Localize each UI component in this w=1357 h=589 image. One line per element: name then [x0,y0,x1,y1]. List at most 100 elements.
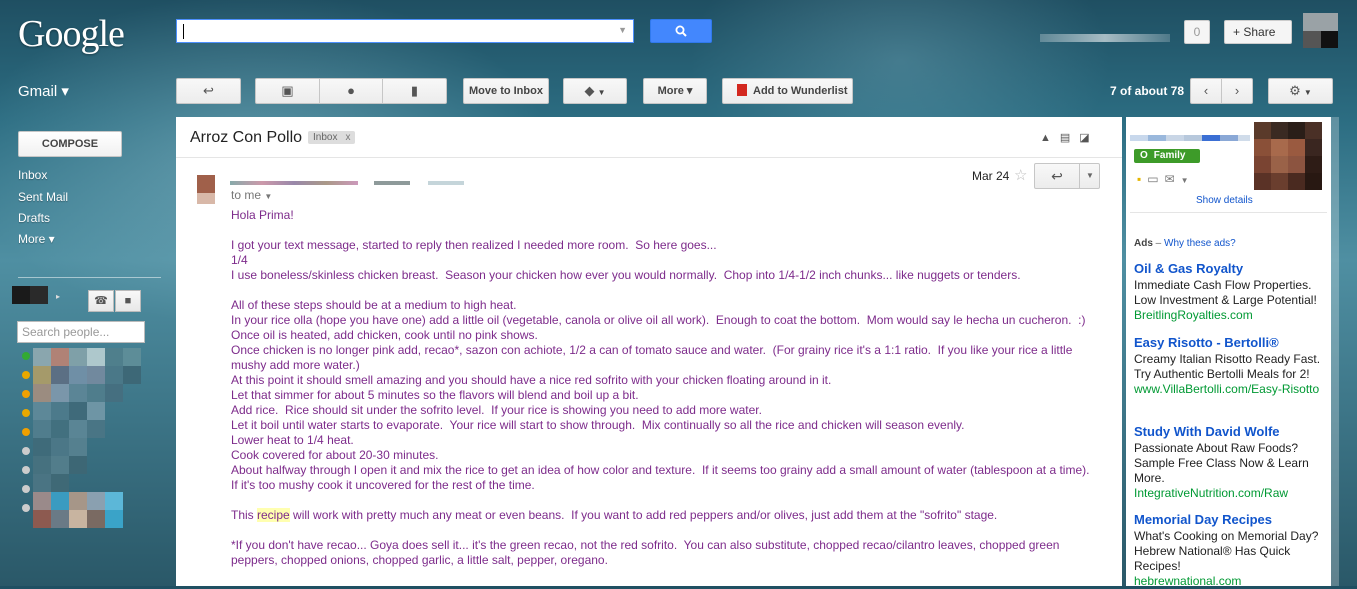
ad-url[interactable]: IntegrativeNutrition.com/Raw [1134,486,1326,501]
video-icon: ■ [124,295,132,307]
share-button[interactable]: + Share [1224,20,1292,44]
scrollbar[interactable] [1331,117,1339,586]
settings-button[interactable]: ⚙ ▼ [1268,78,1333,104]
google-logo[interactable]: Google [18,12,125,56]
ad-title[interactable]: Study With David Wolfe [1134,424,1326,439]
trash-icon: ▮ [410,83,419,98]
more-chevron-icon[interactable]: ▼ [1181,176,1195,185]
circle-icon: O [1140,150,1148,161]
ads-dash: – [1152,238,1165,249]
spam-icon: ● [347,83,355,98]
mail-icon[interactable]: ✉ [1165,172,1181,186]
nav-divider [18,277,161,278]
new-window-icon[interactable]: ◪ [1079,132,1098,144]
chat-self-avatar[interactable] [12,286,48,304]
message-count: 7 of about 78 [1110,84,1185,98]
print-icon[interactable]: ▤ [1060,132,1079,144]
show-details-link[interactable]: Show details [1196,195,1253,206]
ad-item[interactable]: Study With David Wolfe Passionate About … [1134,424,1326,501]
ad-title[interactable]: Memorial Day Recipes [1134,512,1326,527]
contact-actions: ▪▭✉▼ [1137,172,1195,186]
ad-description: Passionate About Raw Foods? Sample Free … [1134,441,1309,485]
compose-button[interactable]: COMPOSE [18,131,122,157]
wunderlist-icon [737,84,747,96]
search-input[interactable]: ▼ [176,19,634,43]
sender-avatar[interactable] [197,175,215,204]
circle-badge-family[interactable]: O Family [1134,149,1200,163]
status-chevron-icon[interactable]: ▸ [56,292,60,301]
sidebar-divider [1130,212,1327,213]
status-available-icon [22,352,30,360]
ad-item[interactable]: Memorial Day Recipes What's Cooking on M… [1134,512,1326,589]
newer-button[interactable]: ‹ [1190,78,1222,104]
reply-options-chevron-icon[interactable]: ▼ [1080,164,1100,188]
archive-button[interactable]: ▣ [255,78,320,104]
star-icon[interactable]: ☆ [1014,166,1027,184]
move-to-inbox-button[interactable]: Move to Inbox [463,78,549,104]
search-options-chevron-icon[interactable]: ▼ [618,25,627,35]
message-icon[interactable]: ▭ [1147,172,1164,186]
add-to-wunderlist-button[interactable]: Add to Wunderlist [722,78,853,104]
label-remove-icon[interactable]: x [345,132,350,143]
inbox-label-chip[interactable]: Inbox x [308,131,356,144]
phone-icon: ☎ [94,295,108,307]
ad-description: What's Cooking on Memorial Day? Hebrew N… [1134,529,1319,573]
ad-description: Creamy Italian Risotto Ready Fast. Try A… [1134,352,1321,381]
search-people-input[interactable]: Search people... [17,321,145,343]
nav-drafts[interactable]: Drafts [18,211,50,225]
reply-button[interactable]: ↩ ▼ [1034,163,1100,189]
status-offline-icon [22,447,30,455]
details-chevron-icon[interactable]: ▼ [264,192,272,201]
video-chat-button[interactable]: ■ [115,290,141,312]
chevron-left-icon: ‹ [1203,83,1209,98]
notifications-count[interactable]: 0 [1184,20,1210,44]
ad-item[interactable]: Easy Risotto - Bertolli® Creamy Italian … [1134,335,1326,397]
expand-all-icon[interactable]: ▲ [1040,132,1060,144]
label-text: Inbox [313,132,338,143]
report-spam-button[interactable]: ● [319,78,383,104]
contact-name-blurred [1130,135,1250,141]
chat-icon[interactable]: ▪ [1137,172,1147,186]
body-text-continued: will work with pretty much any meat or e… [231,508,1060,567]
archive-icon: ▣ [281,83,294,98]
reply-arrow-icon[interactable]: ↩ [1035,164,1080,188]
back-button[interactable]: ↩ [176,78,241,104]
message-actions: ▲▤◪ [1040,131,1099,144]
status-video-icon [22,371,30,379]
status-idle-icon [22,390,30,398]
status-offline-icon [22,466,30,474]
sender-name-blurred[interactable] [230,181,470,185]
highlighted-keyword: recipe [257,508,290,522]
nav-sent-mail[interactable]: Sent Mail [18,190,68,204]
older-button[interactable]: › [1221,78,1253,104]
call-phone-button[interactable]: ☎ [88,290,114,312]
tag-icon: ◆ [584,83,595,98]
circle-label: Family [1153,150,1186,161]
status-idle-icon [22,428,30,436]
recipient-line[interactable]: to me ▼ [231,188,272,202]
labels-button[interactable]: ◆ ▼ [563,78,627,104]
ad-item[interactable]: Oil & Gas Royalty Immediate Cash Flow Pr… [1134,261,1326,323]
contact-list-blurred[interactable] [33,348,143,534]
account-name-blurred [1040,34,1170,42]
ad-url[interactable]: BreitlingRoyalties.com [1134,308,1326,323]
search-icon [675,25,687,37]
ad-url[interactable]: hebrewnational.com [1134,574,1326,589]
chevron-right-icon: › [1234,83,1240,98]
ad-title[interactable]: Oil & Gas Royalty [1134,261,1326,276]
search-button[interactable] [650,19,712,43]
nav-inbox[interactable]: Inbox [18,168,47,182]
body-text: Hola Prima! I got your text message, sta… [231,208,1090,522]
subject-divider [176,157,1122,158]
more-button[interactable]: More ▾ [643,78,707,104]
chevron-down-icon: ▼ [1303,88,1312,97]
account-avatar[interactable] [1303,13,1338,48]
contact-photo[interactable] [1254,122,1322,190]
why-these-ads-link[interactable]: Why these ads? [1164,238,1236,249]
ad-title[interactable]: Easy Risotto - Bertolli® [1134,335,1326,350]
ad-url[interactable]: www.VillaBertolli.com/Easy-Risotto [1134,382,1326,397]
nav-more[interactable]: More ▾ [18,232,55,246]
delete-button[interactable]: ▮ [382,78,447,104]
gmail-menu[interactable]: Gmail ▾ [18,82,69,100]
ads-header: Ads – Why these ads? [1134,238,1236,249]
